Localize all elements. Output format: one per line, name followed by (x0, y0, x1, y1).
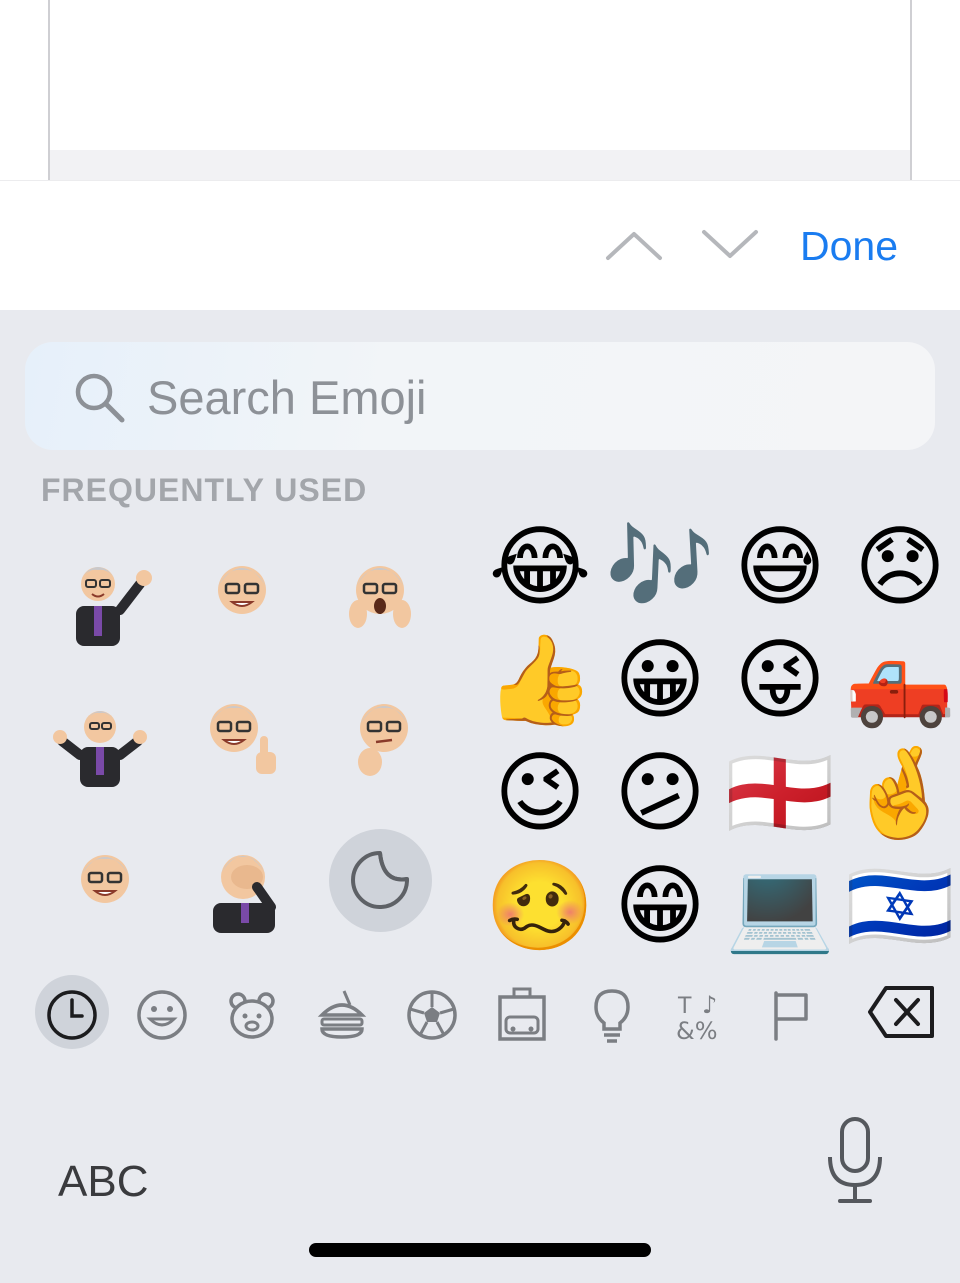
recent-clock-icon[interactable] (42, 985, 102, 1045)
emoji-key[interactable]: 😞 (845, 512, 955, 622)
chevron-down-icon[interactable] (700, 222, 760, 266)
emoji-key[interactable]: 🏴󠁧󠁢󠁥󠁮󠁧󠁿 (725, 738, 835, 848)
memoji-waving[interactable] (58, 548, 158, 648)
search-placeholder: Search Emoji (147, 371, 427, 424)
travel-icon[interactable] (492, 985, 552, 1045)
emoji-key[interactable]: 💻 (725, 851, 835, 961)
food-icon[interactable] (312, 985, 372, 1045)
emoji-key[interactable]: 😕 (605, 738, 715, 848)
delete-icon[interactable] (866, 982, 938, 1042)
emoji-key[interactable]: 😁 (605, 851, 715, 961)
sticker-icon (351, 851, 409, 909)
emoji-key[interactable]: 👍 (485, 625, 595, 735)
chevron-up-icon[interactable] (604, 222, 664, 266)
memoji-smiling[interactable] (192, 548, 292, 648)
emoji-key[interactable]: 🇮🇱 (845, 851, 955, 961)
emoji-key[interactable]: 🥴 (485, 851, 595, 961)
emoji-key[interactable]: 😅 (725, 512, 835, 622)
emoji-key[interactable]: 🛻 (845, 625, 955, 735)
memoji-thumbs-up[interactable] (192, 690, 292, 790)
section-title: FREQUENTLY USED (41, 472, 368, 508)
memoji-shocked[interactable] (330, 548, 430, 648)
microphone-icon[interactable] (824, 1115, 886, 1207)
memoji-shrugging[interactable] (50, 695, 150, 795)
emoji-key[interactable]: 😀 (605, 625, 715, 735)
svg-text:&%: &% (676, 1017, 718, 1045)
animals-icon[interactable] (222, 985, 282, 1045)
done-button[interactable]: Done (800, 220, 898, 272)
document-frame[interactable] (48, 0, 912, 180)
svg-text:T: T (677, 994, 692, 1019)
memoji-facepalm[interactable] (195, 835, 295, 935)
emoji-key[interactable]: 😜 (725, 625, 835, 735)
memoji-thinking[interactable] (330, 690, 430, 790)
smileys-icon[interactable] (132, 985, 192, 1045)
symbols-icon[interactable]: T ♪ &% (672, 985, 732, 1045)
flags-icon[interactable] (762, 985, 822, 1045)
emoji-key[interactable]: 😉 (485, 738, 595, 848)
emoji-key[interactable]: 😂 (485, 512, 595, 622)
sticker-button[interactable] (329, 829, 432, 932)
emoji-key[interactable]: 🤞 (845, 738, 955, 848)
document-area (0, 0, 960, 180)
memoji-winking[interactable] (55, 835, 155, 935)
activity-icon[interactable] (402, 985, 462, 1045)
document-footer-strip (50, 150, 910, 180)
emoji-key[interactable]: 🎶 (605, 512, 715, 622)
search-icon (72, 370, 126, 424)
home-indicator (309, 1243, 651, 1257)
abc-key[interactable]: ABC (58, 1156, 148, 1208)
svg-text:♪: ♪ (702, 991, 717, 1019)
objects-icon[interactable] (582, 985, 642, 1045)
